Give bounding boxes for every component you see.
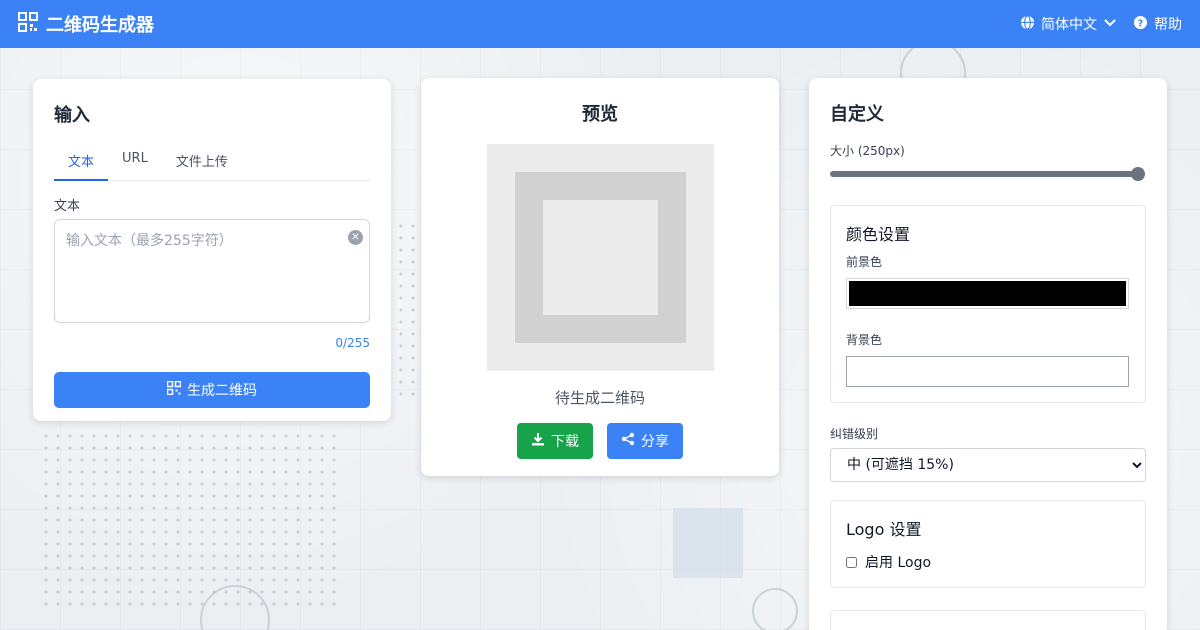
qr-placeholder-frame bbox=[514, 172, 686, 343]
question-circle-icon: ? bbox=[1133, 15, 1148, 34]
preview-card: 预览 待生成二维码 下载 分享 bbox=[421, 78, 779, 476]
share-button[interactable]: 分享 bbox=[607, 423, 683, 459]
bg-dot-pattern bbox=[40, 430, 340, 610]
clear-icon[interactable]: ✕ bbox=[348, 230, 363, 245]
enable-logo-checkbox[interactable] bbox=[846, 556, 857, 568]
preview-status: 待生成二维码 bbox=[554, 389, 645, 407]
tab-file-upload[interactable]: 文件上传 bbox=[162, 145, 242, 180]
enable-logo-row[interactable]: 启用 Logo bbox=[846, 552, 1130, 572]
background-color-swatch bbox=[849, 359, 1126, 384]
share-label: 分享 bbox=[641, 434, 669, 450]
download-button[interactable]: 下载 bbox=[517, 423, 593, 459]
qr-logo-icon bbox=[18, 11, 38, 37]
color-settings-panel: 颜色设置 前景色 背景色 bbox=[830, 205, 1146, 403]
tab-url[interactable]: URL bbox=[108, 145, 162, 180]
app-title: 二维码生成器 bbox=[46, 15, 154, 36]
size-slider[interactable] bbox=[830, 167, 1145, 181]
bg-block bbox=[673, 508, 743, 578]
logo-settings-title: Logo 设置 bbox=[846, 520, 922, 539]
size-slider-thumb[interactable] bbox=[1131, 167, 1145, 181]
svg-text:?: ? bbox=[1138, 18, 1143, 29]
generate-button[interactable]: 生成二维码 bbox=[54, 372, 370, 408]
globe-icon bbox=[1020, 14, 1035, 34]
chevron-down-icon bbox=[1103, 15, 1117, 33]
qr-code-icon bbox=[166, 380, 182, 399]
tab-text[interactable]: 文本 bbox=[54, 145, 109, 181]
input-tabs: 文本 URL 文件上传 bbox=[54, 145, 370, 181]
background-label: 背景色 bbox=[846, 333, 883, 347]
char-counter: 0/255 bbox=[335, 336, 370, 350]
bg-circle bbox=[200, 585, 270, 630]
foreground-color-swatch bbox=[849, 281, 1126, 306]
help-label: 帮助 bbox=[1154, 17, 1182, 33]
customize-card: 自定义 大小 (250px) 颜色设置 前景色 背景色 纠错级别 中 (可遮挡 … bbox=[809, 78, 1167, 630]
customize-card-title: 自定义 bbox=[830, 104, 884, 125]
text-input[interactable] bbox=[54, 219, 370, 323]
generate-label: 生成二维码 bbox=[187, 383, 257, 399]
language-selector[interactable]: 简体中文 bbox=[1020, 14, 1117, 34]
enable-logo-label: 启用 Logo bbox=[865, 555, 932, 571]
input-card: 输入 文本 URL 文件上传 文本 ✕ 0/255 生成二维码 bbox=[33, 79, 391, 421]
foreground-color-picker[interactable] bbox=[846, 278, 1129, 309]
download-label: 下载 bbox=[551, 434, 579, 450]
error-level-label: 纠错级别 bbox=[830, 427, 879, 441]
next-settings-panel bbox=[830, 610, 1146, 630]
share-icon bbox=[621, 432, 635, 450]
qr-placeholder-inner bbox=[542, 200, 658, 315]
help-link[interactable]: ? 帮助 bbox=[1133, 14, 1182, 34]
brand: 二维码生成器 bbox=[18, 11, 154, 37]
size-label: 大小 (250px) bbox=[830, 144, 905, 158]
color-settings-title: 颜色设置 bbox=[846, 225, 911, 244]
foreground-label: 前景色 bbox=[846, 255, 883, 269]
language-label: 简体中文 bbox=[1041, 17, 1097, 33]
bg-circle bbox=[752, 588, 798, 630]
top-bar: 二维码生成器 简体中文 ? 帮助 bbox=[0, 0, 1200, 48]
download-icon bbox=[531, 432, 545, 450]
error-level-select[interactable]: 中 (可遮挡 15%) bbox=[830, 448, 1146, 482]
preview-card-title: 预览 bbox=[582, 104, 618, 125]
logo-settings-panel: Logo 设置 启用 Logo bbox=[830, 500, 1146, 588]
background-color-picker[interactable] bbox=[846, 356, 1129, 387]
text-field-label: 文本 bbox=[54, 199, 81, 214]
qr-preview-placeholder bbox=[486, 144, 714, 371]
input-card-title: 输入 bbox=[54, 105, 90, 126]
